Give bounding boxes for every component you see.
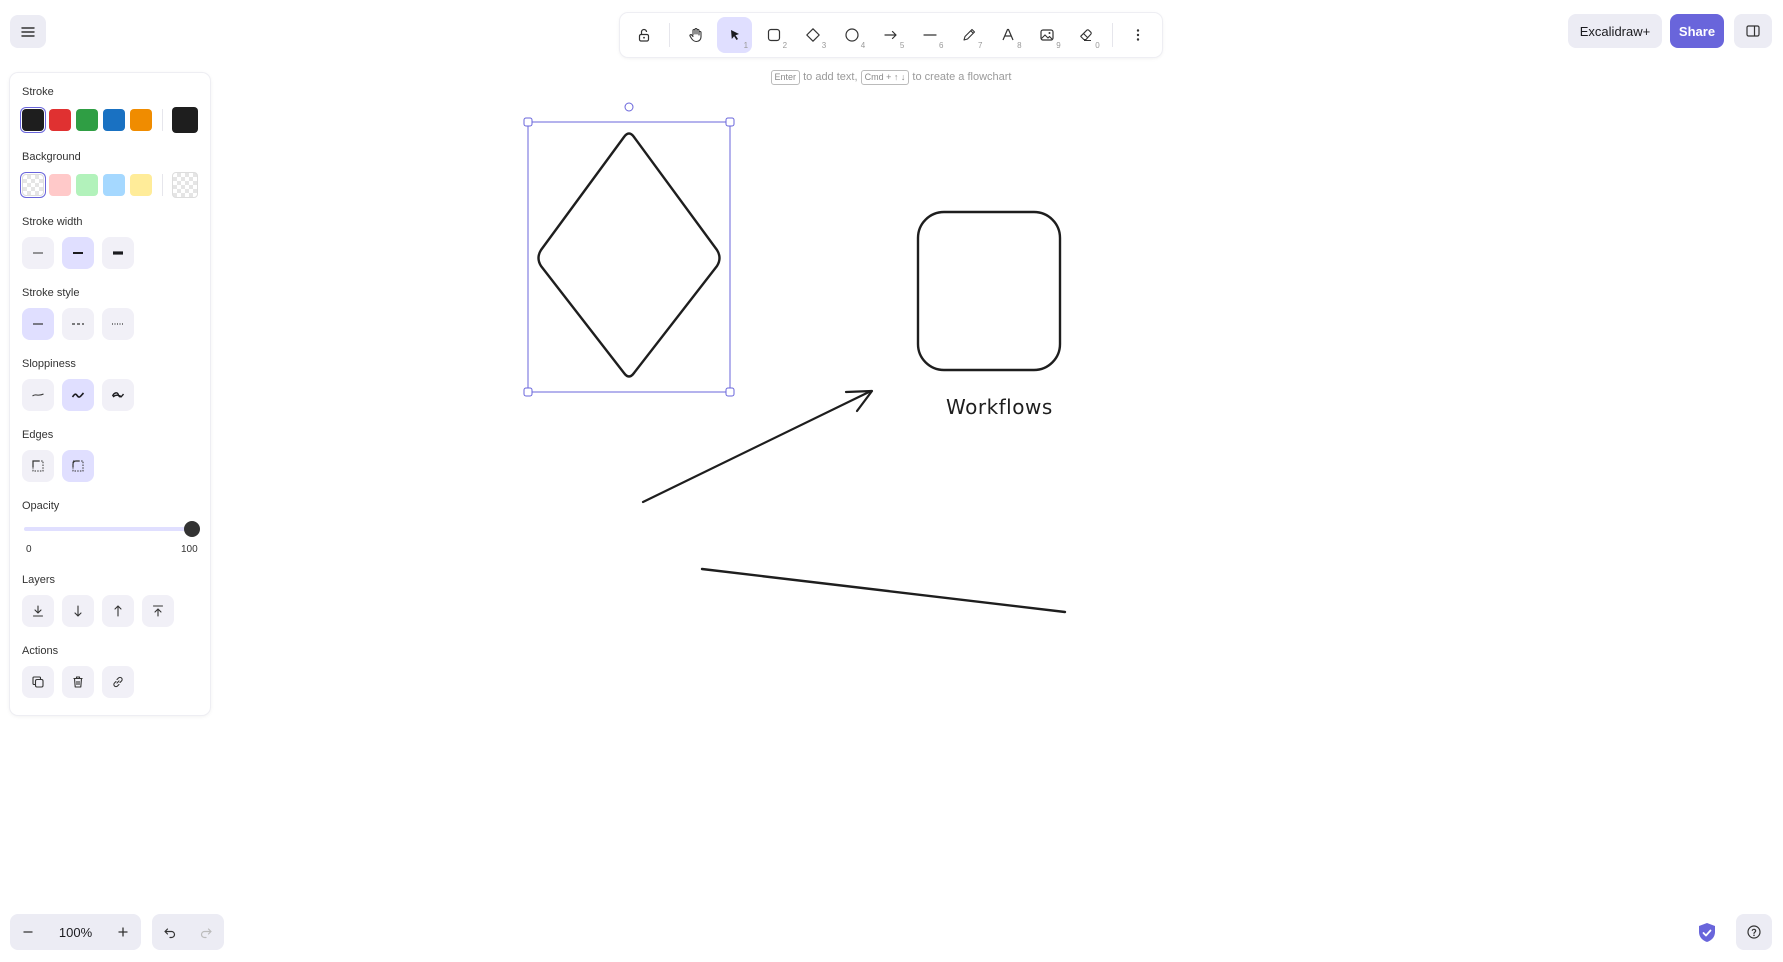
- line-shape[interactable]: [700, 567, 1067, 614]
- resize-handle-se[interactable]: [725, 387, 735, 397]
- workflows-text[interactable]: Workflows: [946, 395, 1053, 419]
- encryption-badge[interactable]: [1694, 920, 1720, 946]
- undo-button[interactable]: [152, 914, 188, 950]
- minus-icon: [23, 931, 33, 933]
- history-controls: [152, 914, 224, 950]
- zoom-controls: 100%: [10, 914, 141, 950]
- rotation-handle[interactable]: [624, 102, 634, 112]
- arrow-shape[interactable]: [641, 389, 874, 504]
- drawing-canvas[interactable]: [0, 0, 1783, 962]
- help-button[interactable]: [1736, 914, 1772, 950]
- selection-frame[interactable]: [523, 102, 735, 397]
- zoom-level[interactable]: 100%: [46, 925, 105, 940]
- help-icon: [1747, 925, 1761, 939]
- zoom-in-button[interactable]: [105, 914, 141, 950]
- redo-icon: [200, 928, 212, 939]
- shield-check-icon: [1699, 923, 1715, 942]
- diamond-shape[interactable]: [537, 132, 721, 378]
- rounded-rectangle-shape[interactable]: [916, 210, 1062, 372]
- plus-icon: [118, 927, 128, 937]
- zoom-out-button[interactable]: [10, 914, 46, 950]
- resize-handle-ne[interactable]: [725, 117, 735, 127]
- undo-icon: [164, 928, 176, 939]
- resize-handle-nw[interactable]: [523, 117, 533, 127]
- resize-handle-sw[interactable]: [523, 387, 533, 397]
- redo-button[interactable]: [188, 914, 224, 950]
